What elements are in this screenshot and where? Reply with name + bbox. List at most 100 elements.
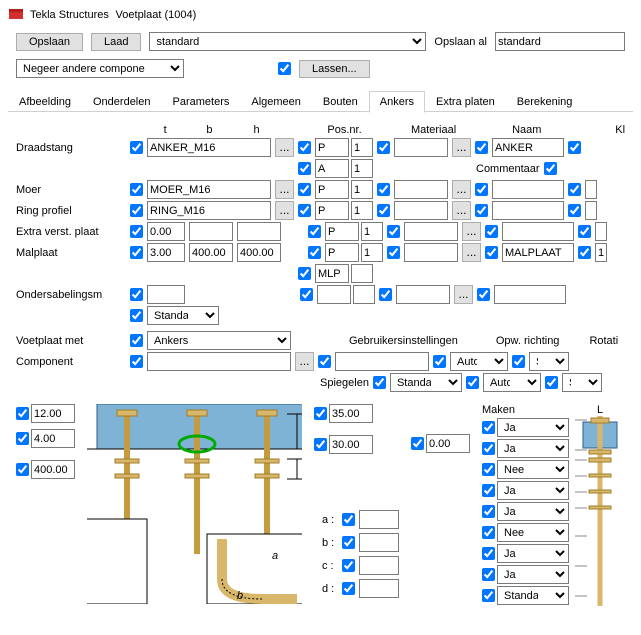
check[interactable] — [16, 432, 29, 445]
check[interactable] — [379, 288, 392, 301]
t-input[interactable] — [147, 285, 185, 304]
voetplaat-select[interactable]: Ankers — [147, 331, 291, 350]
check[interactable] — [568, 204, 581, 217]
make-select[interactable]: Ja — [497, 502, 569, 521]
material-input[interactable] — [404, 243, 458, 262]
check[interactable] — [342, 582, 355, 595]
check[interactable] — [482, 484, 495, 497]
browse-button[interactable]: ... — [452, 180, 471, 199]
material-input[interactable] — [394, 180, 448, 199]
check[interactable] — [377, 183, 390, 196]
check[interactable] — [477, 288, 490, 301]
save-button[interactable]: Opslaan — [16, 33, 83, 51]
check[interactable] — [308, 225, 321, 238]
check[interactable] — [545, 376, 558, 389]
c-input[interactable] — [359, 556, 399, 575]
kl-input[interactable] — [585, 201, 597, 220]
name-input[interactable] — [502, 222, 574, 241]
rot-select-2[interactable]: Stan — [562, 373, 602, 392]
check[interactable] — [130, 141, 143, 154]
pos-prefix[interactable] — [315, 180, 349, 199]
browse-button[interactable]: ... — [275, 201, 294, 220]
spiegelen-select[interactable]: Standaar — [390, 373, 462, 392]
check[interactable] — [130, 225, 143, 238]
t-input[interactable] — [147, 243, 185, 262]
save-as-input[interactable] — [495, 32, 625, 51]
make-select[interactable]: Ja — [497, 544, 569, 563]
a-input[interactable] — [359, 510, 399, 529]
name-input[interactable] — [492, 180, 564, 199]
check[interactable] — [578, 246, 591, 259]
kl-input[interactable] — [585, 180, 597, 199]
dim-input[interactable] — [31, 429, 75, 448]
pos-num[interactable] — [351, 264, 373, 283]
material-input[interactable] — [394, 138, 448, 157]
browse-button[interactable]: ... — [295, 352, 314, 371]
tab-afbeelding[interactable]: Afbeelding — [8, 91, 82, 113]
check[interactable] — [130, 288, 143, 301]
component-input[interactable] — [147, 352, 291, 371]
check[interactable] — [342, 513, 355, 526]
make-select[interactable]: Ja — [497, 565, 569, 584]
dim-input[interactable] — [329, 435, 373, 454]
pos-num[interactable] — [351, 201, 373, 220]
name-input[interactable] — [492, 138, 564, 157]
load-button[interactable]: Laad — [91, 33, 141, 51]
gebruiker-input[interactable] — [335, 352, 429, 371]
h-input[interactable] — [237, 243, 281, 262]
browse-button[interactable]: ... — [462, 243, 481, 262]
pos-num[interactable] — [361, 243, 383, 262]
pos-num[interactable] — [351, 138, 373, 157]
check[interactable] — [130, 183, 143, 196]
check[interactable] — [568, 183, 581, 196]
dim-input[interactable] — [426, 434, 470, 453]
name-input[interactable] — [494, 285, 566, 304]
tab-extra-platen[interactable]: Extra platen — [425, 91, 506, 113]
browse-button[interactable]: ... — [275, 138, 294, 157]
make-select[interactable]: Ja — [497, 481, 569, 500]
t-input[interactable] — [147, 222, 185, 241]
dim-input[interactable] — [329, 404, 373, 423]
check[interactable] — [130, 246, 143, 259]
pos-prefix[interactable] — [325, 222, 359, 241]
check[interactable] — [475, 204, 488, 217]
b-input[interactable] — [359, 533, 399, 552]
opw-select-2[interactable]: Auto — [483, 373, 541, 392]
check[interactable] — [482, 547, 495, 560]
check[interactable] — [298, 204, 311, 217]
profile-input[interactable] — [147, 138, 271, 157]
pos-num[interactable] — [351, 159, 373, 178]
make-select[interactable]: Ja — [497, 439, 569, 458]
check[interactable] — [411, 437, 424, 450]
check[interactable] — [342, 536, 355, 549]
check[interactable] — [544, 162, 557, 175]
tab-ankers[interactable]: Ankers — [369, 91, 425, 113]
check[interactable] — [16, 463, 29, 476]
b-input[interactable] — [189, 243, 233, 262]
pos-prefix[interactable] — [315, 159, 349, 178]
pos-prefix[interactable] — [315, 264, 349, 283]
pos-num[interactable] — [353, 285, 375, 304]
dim-input[interactable] — [31, 404, 75, 423]
kl-input[interactable] — [595, 222, 607, 241]
check[interactable] — [475, 183, 488, 196]
check[interactable] — [342, 559, 355, 572]
pos-prefix[interactable] — [325, 243, 359, 262]
d-input[interactable] — [359, 579, 399, 598]
check[interactable] — [130, 355, 143, 368]
check[interactable] — [300, 288, 313, 301]
check[interactable] — [298, 183, 311, 196]
check[interactable] — [578, 225, 591, 238]
check[interactable] — [512, 355, 525, 368]
check[interactable] — [482, 442, 495, 455]
make-select[interactable]: Nee — [497, 460, 569, 479]
check[interactable] — [433, 355, 446, 368]
rot-select-1[interactable]: Stan — [529, 352, 569, 371]
make-select[interactable]: Standaar — [497, 586, 569, 605]
tab-algemeen[interactable]: Algemeen — [240, 91, 312, 113]
tab-parameters[interactable]: Parameters — [162, 91, 241, 113]
welds-check[interactable] — [278, 62, 291, 75]
material-input[interactable] — [394, 201, 448, 220]
welds-button[interactable]: Lassen... — [299, 60, 370, 78]
check[interactable] — [373, 376, 386, 389]
